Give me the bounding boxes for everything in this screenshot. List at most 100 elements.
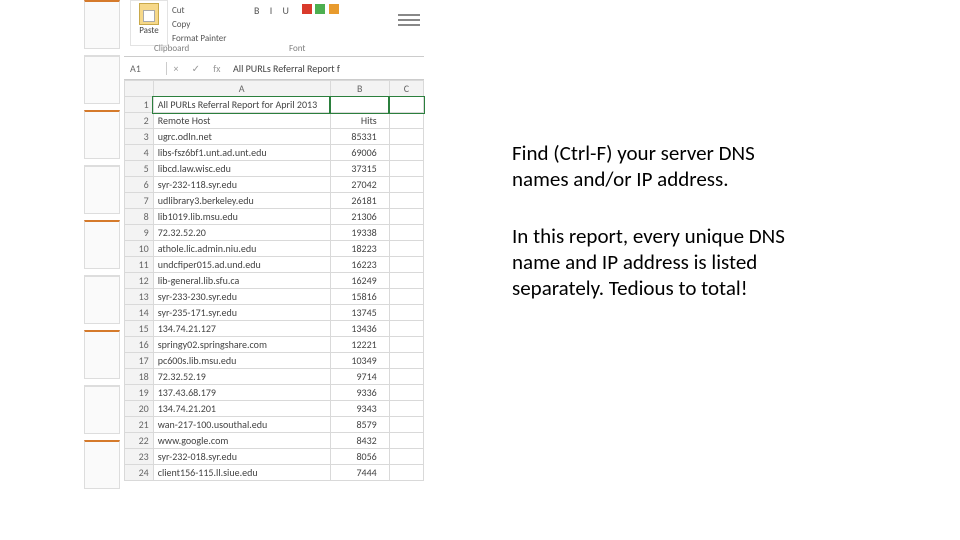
spreadsheet-grid[interactable]: A B C 1All PURLs Referral Report for Apr… xyxy=(124,80,424,481)
cell-empty[interactable] xyxy=(389,241,423,257)
select-all-corner[interactable] xyxy=(125,81,154,97)
cell-host[interactable]: All PURLs Referral Report for April 2013 xyxy=(153,97,330,113)
table-row[interactable]: 4libs-fsz6bf1.unt.ad.unt.edu69006 xyxy=(125,145,424,161)
bold-italic-underline[interactable]: B I U xyxy=(254,4,293,17)
cell-host[interactable]: 72.32.52.19 xyxy=(153,369,330,385)
table-row[interactable]: 972.32.52.2019338 xyxy=(125,225,424,241)
cell-empty[interactable] xyxy=(389,321,423,337)
table-row[interactable]: 13syr-233-230.syr.edu15816 xyxy=(125,289,424,305)
table-row[interactable]: 2Remote HostHits xyxy=(125,113,424,129)
table-row[interactable]: 11undcfiper015.ad.und.edu16223 xyxy=(125,257,424,273)
cell-hits[interactable]: 26181 xyxy=(330,193,389,209)
table-row[interactable]: 10athole.lic.admin.niu.edu18223 xyxy=(125,241,424,257)
cell-hits[interactable]: 37315 xyxy=(330,161,389,177)
cell-host[interactable]: 137.43.68.179 xyxy=(153,385,330,401)
cell-hits[interactable]: 18223 xyxy=(330,241,389,257)
cell-host[interactable]: ugrc.odln.net xyxy=(153,129,330,145)
row-header[interactable]: 9 xyxy=(125,225,154,241)
cell-empty[interactable] xyxy=(389,97,423,113)
row-header[interactable]: 18 xyxy=(125,369,154,385)
table-row[interactable]: 23syr-232-018.syr.edu8056 xyxy=(125,449,424,465)
cell-host[interactable]: 134.74.21.127 xyxy=(153,321,330,337)
table-row[interactable]: 8lib1019.lib.msu.edu21306 xyxy=(125,209,424,225)
table-row[interactable]: 5libcd.law.wisc.edu37315 xyxy=(125,161,424,177)
column-header-a[interactable]: A xyxy=(153,81,330,97)
font-color-swatch[interactable] xyxy=(302,4,312,14)
cell-hits[interactable]: 10349 xyxy=(330,353,389,369)
cell-empty[interactable] xyxy=(389,209,423,225)
cell-hits[interactable]: 7444 xyxy=(330,465,389,481)
cell-host[interactable]: client156-115.ll.siue.edu xyxy=(153,465,330,481)
row-header[interactable]: 13 xyxy=(125,289,154,305)
border-color-swatch[interactable] xyxy=(329,4,339,14)
row-header[interactable]: 16 xyxy=(125,337,154,353)
cell-empty[interactable] xyxy=(389,449,423,465)
cell-empty[interactable] xyxy=(389,337,423,353)
cell-empty[interactable] xyxy=(389,465,423,481)
cell-host[interactable]: libs-fsz6bf1.unt.ad.unt.edu xyxy=(153,145,330,161)
cell-hits[interactable]: 9343 xyxy=(330,401,389,417)
cell-hits[interactable]: 12221 xyxy=(330,337,389,353)
cell-host[interactable]: Remote Host xyxy=(153,113,330,129)
cell-hits[interactable]: 19338 xyxy=(330,225,389,241)
cell-host[interactable]: syr-235-171.syr.edu xyxy=(153,305,330,321)
formula-value[interactable]: All PURLs Referral Report f xyxy=(227,62,340,75)
fill-color-swatch[interactable] xyxy=(315,4,325,14)
cell-hits[interactable]: 9714 xyxy=(330,369,389,385)
cell-empty[interactable] xyxy=(389,193,423,209)
cell-empty[interactable] xyxy=(389,161,423,177)
cell-hits[interactable]: 15816 xyxy=(330,289,389,305)
table-row[interactable]: 21wan-217-100.usouthal.edu8579 xyxy=(125,417,424,433)
cell-host[interactable]: udlibrary3.berkeley.edu xyxy=(153,193,330,209)
cell-empty[interactable] xyxy=(389,305,423,321)
table-row[interactable]: 12lib-general.lib.sfu.ca16249 xyxy=(125,273,424,289)
table-row[interactable]: 19137.43.68.1799336 xyxy=(125,385,424,401)
table-row[interactable]: 16springy02.springshare.com12221 xyxy=(125,337,424,353)
cell-hits[interactable]: 13745 xyxy=(330,305,389,321)
table-row[interactable]: 22www.google.com8432 xyxy=(125,433,424,449)
column-header-b[interactable]: B xyxy=(330,81,389,97)
table-row[interactable]: 6syr-232-118.syr.edu27042 xyxy=(125,177,424,193)
cell-hits[interactable]: 9336 xyxy=(330,385,389,401)
table-row[interactable]: 15134.74.21.12713436 xyxy=(125,321,424,337)
cell-host[interactable]: undcfiper015.ad.und.edu xyxy=(153,257,330,273)
table-row[interactable]: 17pc600s.lib.msu.edu10349 xyxy=(125,353,424,369)
cell-hits[interactable]: 27042 xyxy=(330,177,389,193)
row-header[interactable]: 7 xyxy=(125,193,154,209)
cell-empty[interactable] xyxy=(389,225,423,241)
row-header[interactable]: 1 xyxy=(125,97,154,113)
cut-button[interactable]: Cut xyxy=(172,4,226,18)
cell-empty[interactable] xyxy=(389,289,423,305)
cell-hits[interactable]: Hits xyxy=(330,113,389,129)
cell-hits[interactable] xyxy=(330,97,389,113)
row-header[interactable]: 23 xyxy=(125,449,154,465)
cell-empty[interactable] xyxy=(389,113,423,129)
cell-host[interactable]: 134.74.21.201 xyxy=(153,401,330,417)
cell-empty[interactable] xyxy=(389,257,423,273)
row-header[interactable]: 17 xyxy=(125,353,154,369)
paste-button[interactable]: Paste xyxy=(130,0,168,46)
row-header[interactable]: 8 xyxy=(125,209,154,225)
cell-host[interactable]: syr-232-118.syr.edu xyxy=(153,177,330,193)
cell-empty[interactable] xyxy=(389,401,423,417)
row-header[interactable]: 21 xyxy=(125,417,154,433)
cell-host[interactable]: wan-217-100.usouthal.edu xyxy=(153,417,330,433)
cell-host[interactable]: springy02.springshare.com xyxy=(153,337,330,353)
row-header[interactable]: 22 xyxy=(125,433,154,449)
row-header[interactable]: 6 xyxy=(125,177,154,193)
row-header[interactable]: 11 xyxy=(125,257,154,273)
cell-hits[interactable]: 21306 xyxy=(330,209,389,225)
row-header[interactable]: 24 xyxy=(125,465,154,481)
table-row[interactable]: 7udlibrary3.berkeley.edu26181 xyxy=(125,193,424,209)
cell-hits[interactable]: 8056 xyxy=(330,449,389,465)
name-box[interactable]: A1 xyxy=(124,62,167,75)
cell-host[interactable]: lib1019.lib.msu.edu xyxy=(153,209,330,225)
cancel-formula-icon[interactable]: × xyxy=(174,62,179,75)
cell-host[interactable]: 72.32.52.20 xyxy=(153,225,330,241)
row-header[interactable]: 15 xyxy=(125,321,154,337)
cell-empty[interactable] xyxy=(389,273,423,289)
table-row[interactable]: 20134.74.21.2019343 xyxy=(125,401,424,417)
cell-host[interactable]: www.google.com xyxy=(153,433,330,449)
cell-host[interactable]: pc600s.lib.msu.edu xyxy=(153,353,330,369)
cell-hits[interactable]: 85331 xyxy=(330,129,389,145)
